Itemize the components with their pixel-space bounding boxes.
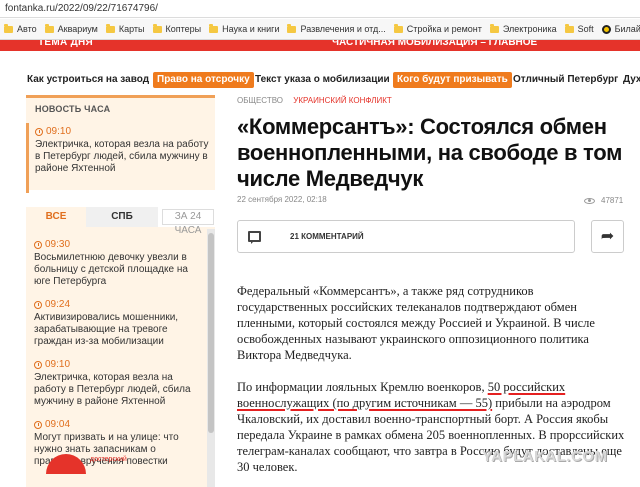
bookmark-maps[interactable]: Карты — [102, 23, 149, 34]
folder-icon — [489, 23, 499, 33]
article-paragraph: Федеральный «Коммерсантъ», а также ряд с… — [237, 284, 595, 362]
bookmark-aquarium[interactable]: Аквариум — [41, 23, 102, 34]
scrollbar-thumb[interactable] — [208, 233, 214, 433]
bookmark-electronics[interactable]: Электроника — [486, 23, 561, 34]
bookmark-entertainment[interactable]: Развлечения и отд... — [283, 23, 389, 34]
bookmark-construction[interactable]: Стройка и ремонт — [390, 23, 486, 34]
nav-item-great-petersburg[interactable]: Отличный Петербург — [513, 72, 618, 88]
breadcrumb: ОБЩЕСТВО УКРАИНСКИЙ КОНФЛИКТ — [237, 96, 392, 105]
theme-of-day-bar[interactable]: ТЕМА ДНЯ ЧАСТИЧНАЯ МОБИЛИЗАЦИЯ – ГЛАВНОЕ — [0, 40, 640, 51]
category-link[interactable]: ОБЩЕСТВО — [237, 96, 283, 105]
promo-label: достерский — [90, 456, 127, 463]
folder-icon — [287, 23, 297, 33]
nav-item-decree-text[interactable]: Текст указа о мобилизации — [255, 72, 390, 88]
tab-all[interactable]: ВСЕ — [26, 207, 86, 227]
article-title: «Коммерсантъ»: Состоялся обмен военнопле… — [237, 114, 623, 191]
news-time: 09:10 — [46, 126, 72, 137]
nav-item-factory-jobs[interactable]: Как устроиться на завод — [27, 72, 149, 88]
tab-spb[interactable]: СПБ — [86, 207, 158, 227]
nav-item-deferral-right[interactable]: Право на отсрочку — [153, 72, 254, 88]
bookmarks-bar: Авто Аквариум Карты Коптеры Наука и книг… — [0, 19, 640, 40]
bookmark-science[interactable]: Наука и книги — [205, 23, 283, 34]
view-count: 47871 — [584, 196, 623, 205]
article-date: 22 сентября 2022, 02:18 — [237, 195, 327, 204]
bookmark-beeline[interactable]: Билайн - систе... — [598, 24, 640, 34]
folder-icon — [4, 23, 13, 33]
folder-icon — [105, 23, 115, 33]
folder-icon — [152, 23, 162, 33]
feed-scrollbar[interactable] — [207, 229, 215, 487]
watermark: YAPLAKAL.COM — [482, 448, 608, 465]
clock-icon — [34, 420, 42, 429]
theme-label: ТЕМА ДНЯ — [38, 40, 94, 48]
list-item[interactable]: 09:10 Электричка, которая везла на работ… — [34, 359, 199, 408]
comment-icon — [248, 231, 261, 244]
list-item[interactable]: 09:24 Активизировались мошенники, зараба… — [34, 299, 199, 348]
folder-icon — [44, 23, 54, 33]
folder-icon — [393, 23, 403, 33]
eye-icon — [584, 197, 595, 204]
news-of-hour-item[interactable]: 09:10 Электричка, которая везла на работ… — [26, 123, 215, 193]
share-button[interactable]: ➦ — [591, 220, 624, 253]
tab-24-hours[interactable]: ЗА 24 ЧАСА — [162, 209, 214, 236]
clock-icon — [34, 300, 42, 309]
feed-tabs: ВСЕ СПБ ЗА 24 ЧАСА — [26, 207, 215, 236]
bookmark-soft[interactable]: Soft — [561, 23, 598, 34]
beeline-icon — [601, 24, 611, 34]
clock-icon — [34, 240, 42, 249]
comments-label: 21 КОММЕНТАРИЙ — [290, 232, 364, 241]
comments-button[interactable]: 21 КОММЕНТАРИЙ — [237, 220, 575, 253]
news-of-hour-panel: НОВОСТЬ ЧАСА 09:10 Электричка, которая в… — [26, 95, 215, 193]
news-of-hour-header: НОВОСТЬ ЧАСА — [35, 104, 111, 114]
theme-link[interactable]: ЧАСТИЧНАЯ МОБИЛИЗАЦИЯ – ГЛАВНОЕ — [332, 40, 537, 48]
folder-icon — [564, 23, 574, 33]
news-feed-panel: ВСЕ СПБ ЗА 24 ЧАСА 09:30 Восьмилетнюю де… — [26, 207, 215, 487]
news-text: Электричка, которая везла на работу в Пе… — [35, 139, 209, 174]
list-item[interactable]: 09:30 Восьмилетнюю девочку увезли в боль… — [34, 239, 199, 288]
bookmark-auto[interactable]: Авто — [0, 23, 41, 34]
address-bar[interactable]: fontanka.ru/2022/09/22/71674796/ — [0, 0, 640, 18]
folder-icon — [209, 23, 219, 33]
bookmark-copters[interactable]: Коптеры — [149, 23, 206, 34]
clock-icon — [34, 360, 42, 369]
clock-icon — [35, 127, 43, 136]
share-icon: ➦ — [600, 228, 615, 245]
tag-link[interactable]: УКРАИНСКИЙ КОНФЛИКТ — [293, 96, 392, 105]
nav-item-who-drafted[interactable]: Кого будут призывать — [393, 72, 512, 88]
nav-item-more[interactable]: Дух — [623, 72, 640, 88]
topic-nav: Как устроиться на завод Право на отсрочк… — [0, 64, 640, 96]
